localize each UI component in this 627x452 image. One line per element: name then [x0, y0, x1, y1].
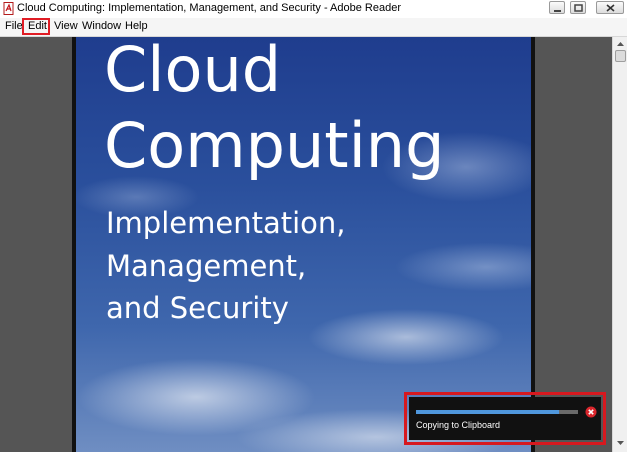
pdf-app-icon [3, 2, 14, 15]
menu-help[interactable]: Help [125, 20, 148, 32]
page-shadow-right [531, 37, 535, 452]
maximize-button[interactable] [570, 1, 586, 14]
document-area: Cloud Computing Implementation, Manageme… [0, 37, 612, 452]
window-close-icon [606, 4, 615, 12]
toast-message: Copying to Clipboard [416, 420, 501, 430]
menu-window[interactable]: Window [82, 20, 121, 32]
menu-bar: File Edit View Window Help × [0, 18, 627, 51]
cover-subtitle-line3: and Security [106, 291, 289, 325]
minimize-button[interactable] [549, 1, 565, 14]
scroll-down-arrow-icon[interactable] [614, 436, 627, 450]
cover-title-line1: Cloud [104, 37, 282, 106]
document-page[interactable]: Cloud Computing Implementation, Manageme… [76, 37, 531, 452]
cover-title-line2: Computing [104, 109, 445, 182]
vertical-scrollbar[interactable] [612, 37, 627, 452]
cancel-icon[interactable] [585, 406, 597, 418]
window-close-button[interactable] [596, 1, 624, 14]
cover-subtitle-line2: Management, [106, 249, 307, 283]
scroll-up-arrow-icon[interactable] [614, 37, 627, 51]
menu-view[interactable]: View [54, 20, 78, 32]
edit-menu-highlight [22, 18, 50, 35]
title-bar: Cloud Computing: Implementation, Managem… [0, 0, 627, 19]
menu-file[interactable]: File [5, 20, 23, 32]
progress-fill [416, 410, 559, 414]
progress-bar [416, 410, 578, 414]
minimize-icon [554, 10, 561, 12]
copy-progress-toast: Copying to Clipboard [409, 397, 601, 440]
maximize-icon [574, 4, 583, 12]
window-title: Cloud Computing: Implementation, Managem… [17, 2, 401, 14]
scroll-thumb[interactable] [615, 50, 626, 62]
cover-subtitle-line1: Implementation, [106, 206, 346, 240]
